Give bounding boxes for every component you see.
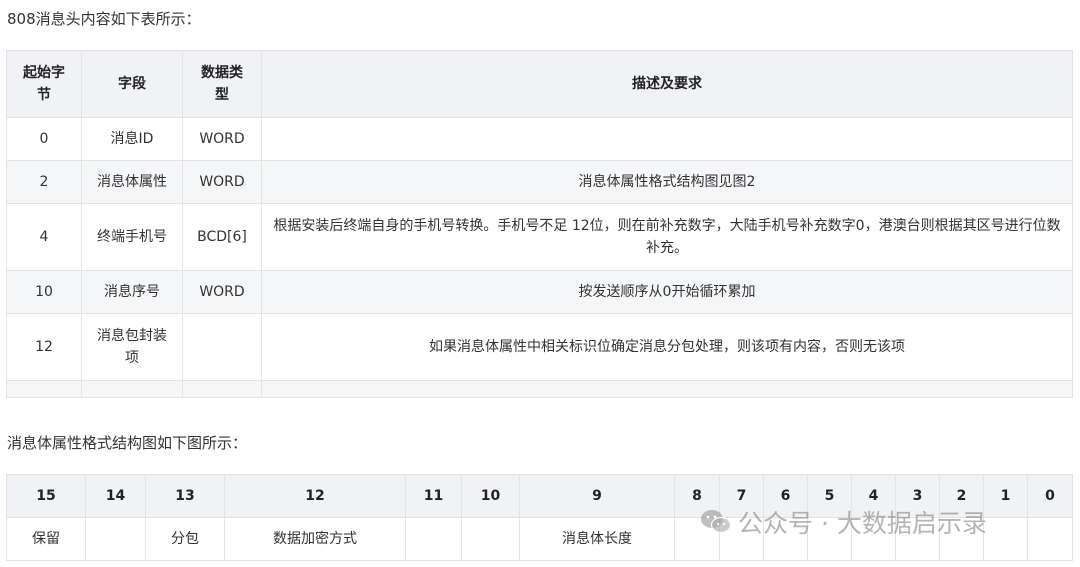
table-row: 2 消息体属性 WORD 消息体属性格式结构图见图2 [6, 160, 1073, 204]
field-encryption: 数据加密方式 [224, 517, 406, 561]
cell-data-type: WORD [182, 270, 262, 314]
cell-data-type [182, 313, 262, 381]
watermark-text: 公众号 · 大数据启示录 [738, 509, 987, 538]
header-data-type: 数据类型 [182, 50, 262, 118]
table-row: 0 消息ID WORD [6, 117, 1073, 161]
cell-field: 消息ID [81, 117, 183, 161]
watermark: 公众号 · 大数据启示录 [700, 504, 987, 540]
table-header-row: 起始字节 字段 数据类型 描述及要求 [6, 50, 1073, 118]
bit-11: 11 [405, 474, 462, 518]
header-field: 字段 [81, 50, 183, 118]
header-start-byte: 起始字节 [6, 50, 82, 118]
cell-field: 消息包封装项 [81, 313, 183, 381]
cell-description: 如果消息体属性中相关标识位确定消息分包处理，则该项有内容，否则无该项 [261, 313, 1073, 381]
bit-15: 15 [6, 474, 86, 518]
cell-description [261, 117, 1073, 161]
cell-field: 消息序号 [81, 270, 183, 314]
field-reserved: 保留 [6, 517, 86, 561]
bit-9: 9 [519, 474, 675, 518]
cell-data-type: BCD[6] [182, 203, 262, 271]
cell-start-byte: 2 [6, 160, 82, 204]
cell-empty [261, 380, 1073, 398]
table-row: 10 消息序号 WORD 按发送顺序从0开始循环累加 [6, 270, 1073, 314]
cell-description: 按发送顺序从0开始循环累加 [261, 270, 1073, 314]
cell-description: 消息体属性格式结构图见图2 [261, 160, 1073, 204]
wechat-icon [700, 508, 732, 536]
cell-description: 根据安装后终端自身的手机号转换。手机号不足 12位，则在前补充数字，大陆手机号补… [261, 203, 1073, 271]
bit-1: 1 [983, 474, 1028, 518]
cell-start-byte: 10 [6, 270, 82, 314]
cell-empty [6, 380, 82, 398]
table-row-empty [6, 380, 1073, 398]
header-description: 描述及要求 [261, 50, 1073, 118]
cell-start-byte: 0 [6, 117, 82, 161]
cell-data-type: WORD [182, 117, 262, 161]
cell-empty [182, 380, 262, 398]
cell-data-type: WORD [182, 160, 262, 204]
cell-field: 消息体属性 [81, 160, 183, 204]
field-bit11 [405, 517, 462, 561]
field-subpackage: 分包 [145, 517, 225, 561]
table-row: 12 消息包封装项 如果消息体属性中相关标识位确定消息分包处理，则该项有内容，否… [6, 313, 1073, 381]
field-bit0 [1027, 517, 1073, 561]
bit-0: 0 [1027, 474, 1073, 518]
bit-13: 13 [145, 474, 225, 518]
cell-empty [81, 380, 183, 398]
field-bit10 [461, 517, 520, 561]
section-heading-message-header: 808消息头内容如下表所示： [7, 10, 201, 28]
table-row: 4 终端手机号 BCD[6] 根据安装后终端自身的手机号转换。手机号不足 12位… [6, 203, 1073, 271]
bit-10: 10 [461, 474, 520, 518]
field-bit14 [85, 517, 146, 561]
bit-14: 14 [85, 474, 146, 518]
cell-start-byte: 12 [6, 313, 82, 381]
cell-start-byte: 4 [6, 203, 82, 271]
message-header-table: 起始字节 字段 数据类型 描述及要求 0 消息ID WORD 2 消息体属性 W… [6, 50, 1073, 398]
section-heading-body-attribute: 消息体属性格式结构图如下图所示： [7, 434, 248, 452]
cell-field: 终端手机号 [81, 203, 183, 271]
field-bit1 [983, 517, 1028, 561]
field-body-length: 消息体长度 [519, 517, 675, 561]
bit-12: 12 [224, 474, 406, 518]
